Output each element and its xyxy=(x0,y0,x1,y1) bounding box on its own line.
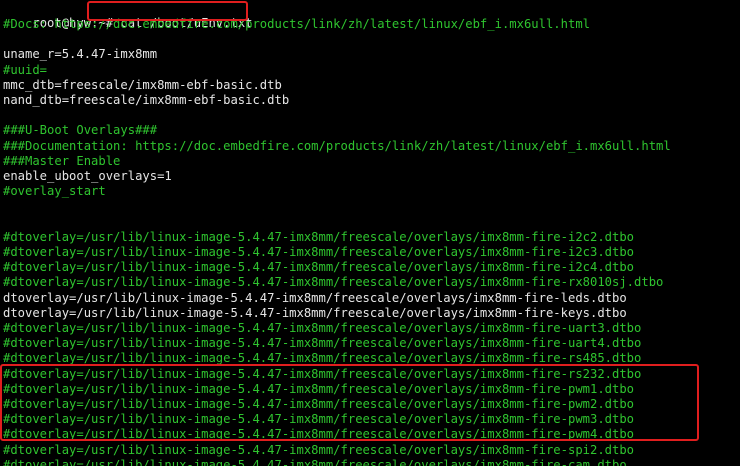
output-line: enable_uboot_overlays=1 xyxy=(3,169,172,183)
output-line: ###U-Boot Overlays### xyxy=(3,123,158,138)
output-line: #dtoverlay=/usr/lib/linux-image-5.4.47-i… xyxy=(3,457,627,466)
output-line: #dtoverlay=/usr/lib/linux-image-5.4.47-i… xyxy=(3,321,642,335)
output-line: uname_r=5.4.47-imx8mm xyxy=(3,47,158,62)
output-line: #dtoverlay=/usr/lib/linux-image-5.4.47-i… xyxy=(3,442,635,457)
output-line: dtoverlay=/usr/lib/linux-image-5.4.47-im… xyxy=(3,305,627,320)
output-line: #dtoverlay=/usr/lib/linux-image-5.4.47-i… xyxy=(3,336,642,351)
output-line: mmc_dtb=freescale/imx8mm-ebf-basic.dtb xyxy=(3,77,282,92)
output-line: ###Master Enable xyxy=(3,153,121,168)
output-line: #dtoverlay=/usr/lib/linux-image-5.4.47-i… xyxy=(3,275,664,290)
output-line: ###Documentation: https://doc.embedfire.… xyxy=(3,138,671,153)
output-line: dtoverlay=/usr/lib/linux-image-5.4.47-im… xyxy=(3,290,627,305)
output-line: nand_dtb=freescale/imx8mm-ebf-basic.dtb xyxy=(3,93,290,107)
command-highlight-box xyxy=(87,1,248,21)
terminal-window[interactable]: root@hyw:~# cat /boot/uEnv.txt #Docs: ht… xyxy=(0,0,740,466)
output-line: #dtoverlay=/usr/lib/linux-image-5.4.47-i… xyxy=(3,229,635,244)
output-line: #dtoverlay=/usr/lib/linux-image-5.4.47-i… xyxy=(3,260,635,275)
output-line: #overlay_start xyxy=(3,184,106,199)
pwm-overlays-highlight-box xyxy=(0,364,699,441)
output-line: #dtoverlay=/usr/lib/linux-image-5.4.47-i… xyxy=(3,245,635,259)
output-line: #uuid= xyxy=(3,62,48,77)
